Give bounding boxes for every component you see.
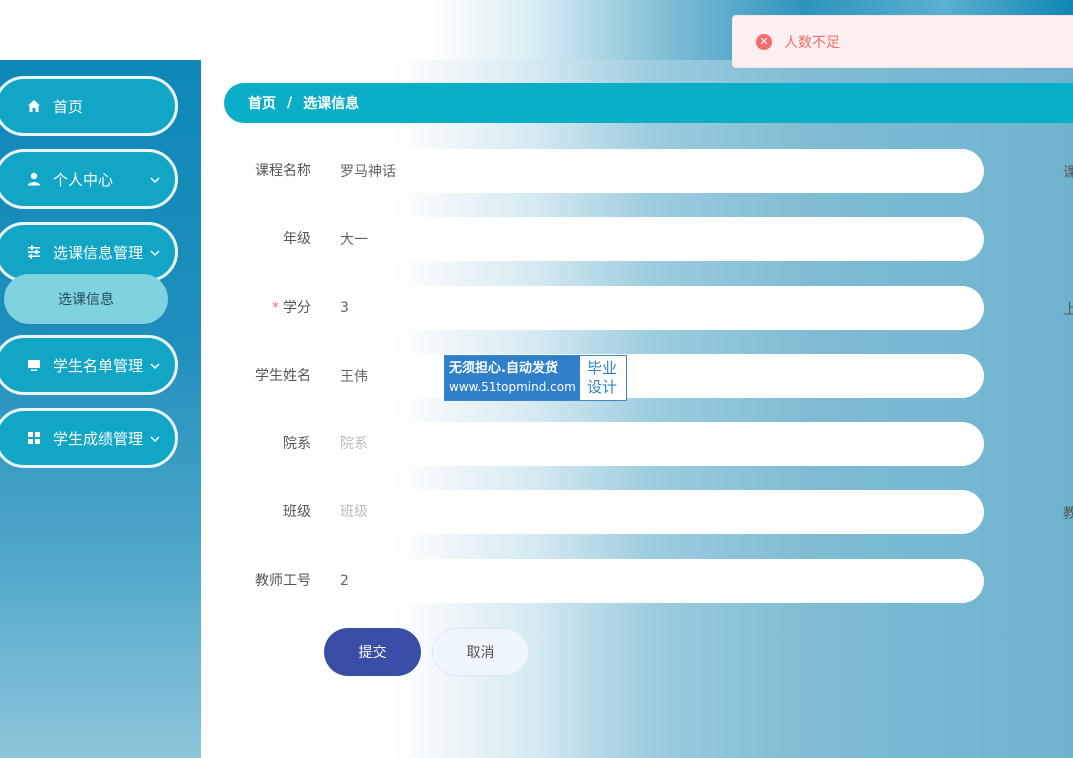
department-label: 院系	[283, 436, 311, 452]
submenu-item-label: 选课信息	[58, 292, 114, 308]
sidebar-item-label: 学生名单管理	[53, 356, 144, 375]
form-row-teacher-id: 教师工号	[224, 559, 984, 603]
monitor-icon	[25, 356, 43, 374]
watermark-text: 无须担心.自动发货	[449, 361, 558, 376]
breadcrumb-home-link[interactable]: 首页	[248, 93, 276, 113]
student-name-input[interactable]	[325, 354, 984, 398]
credit-input[interactable]	[325, 286, 984, 330]
submit-button[interactable]: 提交	[324, 628, 421, 676]
breadcrumb-current: 选课信息	[303, 96, 360, 112]
watermark-url: www.51topmind.com	[449, 380, 576, 394]
submenu-item-course-selection-info[interactable]: 选课信息	[4, 274, 168, 324]
error-toast: ✕ 人数不足	[732, 15, 1073, 68]
breadcrumb-separator: /	[287, 95, 293, 111]
breadcrumb: 首页 / 选课信息	[224, 83, 1073, 123]
cancel-button[interactable]: 取消	[432, 628, 529, 676]
required-mark: *	[272, 300, 279, 316]
credit-label: * 学分	[224, 286, 311, 330]
class-input[interactable]	[325, 490, 984, 534]
sidebar-item-label: 个人中心	[53, 170, 114, 189]
course-name-input[interactable]	[325, 149, 984, 193]
form-row-class: 班级	[224, 490, 984, 534]
home-icon	[25, 97, 43, 115]
chevron-down-icon	[150, 250, 160, 257]
sidebar-item-personal-center[interactable]: 个人中心	[0, 149, 178, 209]
sidebar-item-label: 首页	[53, 97, 84, 116]
chevron-down-icon	[150, 177, 160, 184]
course-name-label: 课程名称	[255, 163, 311, 179]
department-input[interactable]	[325, 422, 984, 466]
credit-label-text: 学分	[283, 300, 311, 316]
watermark-badge: 无须担心.自动发货 www.51topmind.com 毕业 设计	[444, 355, 627, 401]
right-column-label-stub: 教	[1063, 506, 1073, 522]
sidebar-item-label: 学生成绩管理	[53, 429, 144, 448]
user-icon	[25, 170, 43, 188]
sidebar-item-student-list-management[interactable]: 学生名单管理	[0, 335, 178, 395]
sliders-icon	[25, 243, 43, 261]
sidebar-item-course-selection-management[interactable]: 选课信息管理	[0, 222, 178, 282]
class-label: 班级	[283, 504, 311, 520]
teacher-id-input[interactable]	[325, 559, 984, 603]
sidebar-item-label: 选课信息管理	[53, 243, 144, 262]
form-row-course-name: 课程名称	[224, 149, 984, 193]
teacher-id-label: 教师工号	[255, 573, 311, 589]
error-circle-icon: ✕	[756, 33, 772, 50]
sidebar-item-home[interactable]: 首页	[0, 76, 178, 136]
right-column-label-stub: 上	[1063, 302, 1073, 318]
toast-message: 人数不足	[784, 34, 840, 51]
form-row-credit: * 学分	[224, 286, 984, 330]
chevron-down-icon	[150, 363, 160, 370]
watermark-left-panel: 无须担心.自动发货 www.51topmind.com	[445, 356, 580, 400]
grade-input[interactable]	[325, 217, 984, 261]
watermark-right-text: 毕业	[587, 359, 618, 377]
sidebar-item-student-grade-management[interactable]: 学生成绩管理	[0, 408, 178, 468]
student-name-label: 学生姓名	[255, 368, 311, 384]
chevron-down-icon	[150, 436, 160, 443]
form-row-department: 院系	[224, 422, 984, 466]
grid-icon	[25, 429, 43, 447]
grade-label: 年级	[283, 231, 311, 247]
right-column-label-stub: 课	[1063, 165, 1073, 181]
watermark-right-panel: 毕业 设计	[580, 356, 626, 400]
form-row-grade: 年级	[224, 217, 984, 261]
watermark-right-text: 设计	[587, 378, 618, 396]
